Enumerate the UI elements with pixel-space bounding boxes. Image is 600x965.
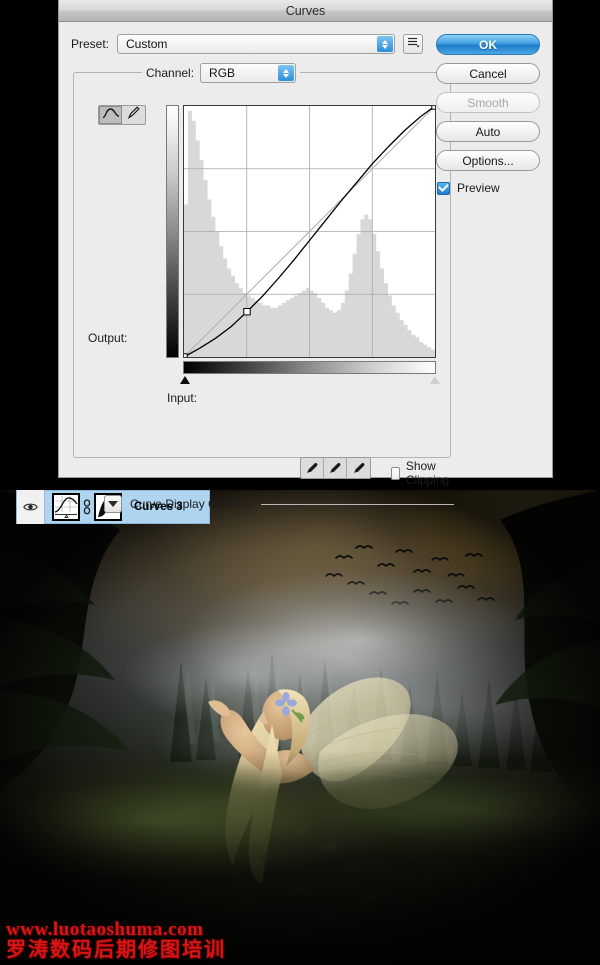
ok-button[interactable]: OK [436, 34, 540, 55]
pencil-tool-button[interactable] [122, 106, 145, 124]
channel-row: Channel: RGB [142, 63, 301, 83]
curve-display-options-toggle[interactable] [104, 495, 122, 513]
show-clipping-row[interactable]: Show Clipping [391, 459, 453, 487]
preset-label: Preset: [71, 37, 110, 51]
preset-select[interactable]: Custom [117, 34, 396, 54]
channel-stepper[interactable] [278, 65, 295, 81]
triangle-down-icon [108, 501, 118, 507]
curve-tool-button[interactable] [99, 106, 122, 124]
preset-row: Preset: Custom [71, 34, 424, 54]
options-button[interactable]: Options... [436, 150, 540, 171]
preset-options-menu-button[interactable] [403, 34, 424, 54]
black-point-eyedropper[interactable] [301, 458, 324, 478]
eyedropper-icon [330, 462, 341, 473]
watermark-subtitle: 罗涛数码后期修图培训 [6, 939, 226, 961]
cancel-button[interactable]: Cancel [436, 63, 540, 84]
auto-button[interactable]: Auto [436, 121, 540, 142]
white-point-slider[interactable] [430, 376, 440, 384]
dialog-titlebar[interactable]: Curves [59, 0, 552, 22]
chevron-down-icon [283, 73, 290, 78]
eyedropper-icon [307, 462, 318, 473]
gray-point-eyedropper[interactable] [324, 458, 347, 478]
divider [261, 503, 454, 505]
channel-label: Channel: [146, 66, 195, 80]
list-menu-icon [407, 35, 420, 53]
preview-row[interactable]: Preview [436, 181, 540, 195]
vignette-layer [0, 490, 600, 965]
smooth-button: Smooth [436, 92, 540, 113]
pencil-icon [126, 106, 141, 124]
dialog-button-column: OK Cancel Smooth Auto Options... Preview [436, 34, 540, 195]
curve-tool-group [98, 105, 146, 125]
dialog-title: Curves [285, 3, 326, 18]
chevron-up-icon [382, 39, 389, 44]
chevron-down-icon [382, 44, 389, 49]
app-root: www.luotaoshuma.com 罗涛数码后期修图培训 Curves 3 … [0, 0, 600, 965]
black-point-slider[interactable] [180, 376, 190, 384]
show-clipping-checkbox[interactable] [391, 466, 400, 480]
preview-checkbox[interactable] [437, 181, 450, 195]
curve-plot-svg [184, 106, 435, 357]
document-canvas[interactable]: www.luotaoshuma.com 罗涛数码后期修图培训 [0, 490, 600, 965]
eye-icon [23, 502, 38, 512]
input-gradient-bar [183, 361, 436, 374]
link-icon[interactable] [83, 499, 91, 515]
channel-value: RGB [209, 66, 236, 80]
channel-select[interactable]: RGB [200, 63, 297, 83]
input-label: Input: [167, 391, 198, 405]
dialog-body: Preset: Custom Channel: RGB Output: Inpu… [59, 22, 552, 513]
watermark-url: www.luotaoshuma.com [6, 919, 204, 941]
preset-stepper[interactable] [377, 36, 394, 52]
curves-dialog: Curves Preset: Custom Channel: RGB Outpu… [58, 0, 553, 513]
preview-label: Preview [457, 181, 500, 195]
preset-value: Custom [126, 37, 168, 51]
curve-display-options-label: Curve Display Options [130, 497, 250, 511]
white-point-eyedropper[interactable] [347, 458, 370, 478]
output-label: Output: [88, 331, 128, 345]
curve-display-options-row[interactable]: Curve Display Options [104, 495, 454, 513]
watermark: www.luotaoshuma.com 罗涛数码后期修图培训 [6, 920, 226, 961]
eyedropper-icon [353, 462, 364, 473]
show-clipping-label: Show Clipping [405, 459, 450, 487]
output-gradient-bar [166, 105, 179, 358]
curves-adjustment-thumbnail[interactable] [52, 493, 80, 521]
channel-groupbox: Channel: RGB Output: Input: Show Clippin… [73, 63, 454, 513]
eyedropper-group [300, 457, 371, 479]
chevron-up-icon [283, 68, 290, 73]
layer-visibility-toggle[interactable] [17, 490, 45, 524]
curve-icon [102, 106, 120, 124]
curve-plot-area[interactable] [183, 105, 436, 358]
